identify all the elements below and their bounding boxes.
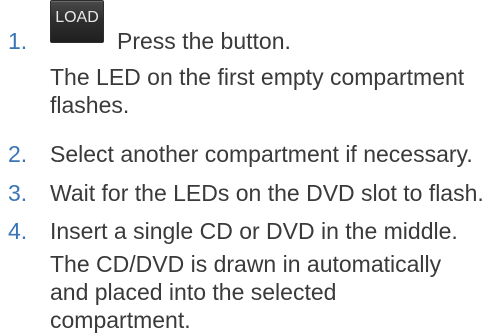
step-number: 2. [8, 141, 28, 167]
step-text: Press the button. [117, 28, 291, 54]
step-number: 1. [8, 28, 28, 54]
step-number: 3. [8, 180, 28, 206]
step-number: 4. [8, 218, 28, 244]
load-button[interactable]: LOAD [50, 0, 104, 43]
step-text: Wait for the LEDs on the DVD slot to fla… [50, 180, 484, 206]
step-description: The LED on the first empty compartment f… [50, 64, 465, 118]
step-text: Select another compartment if necessary. [50, 141, 473, 167]
step-description: The CD/DVD is drawn in automatically and… [50, 251, 442, 333]
step-text: Insert a single CD or DVD in the middle. [50, 218, 458, 244]
